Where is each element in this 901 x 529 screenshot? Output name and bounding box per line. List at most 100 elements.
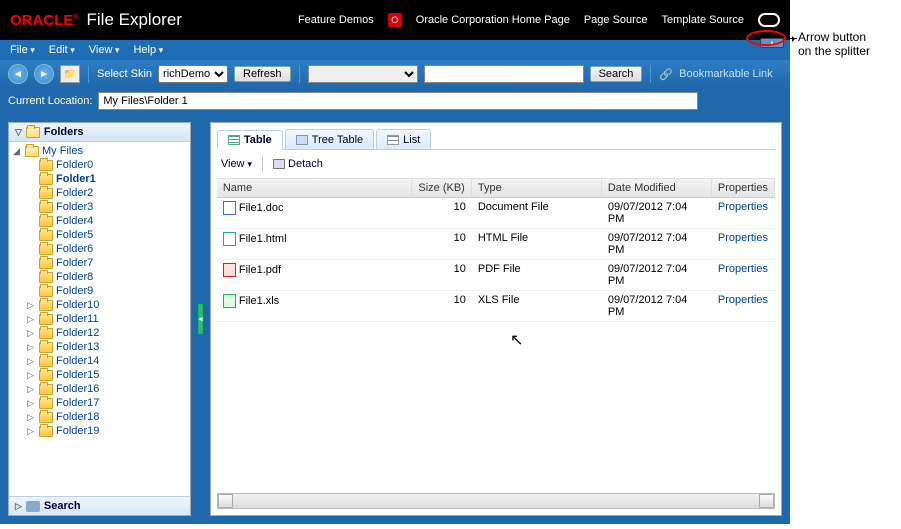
file-type: HTML File xyxy=(472,229,602,259)
folders-panel-header[interactable]: ▽ Folders xyxy=(9,123,190,142)
tree-node[interactable]: Folder0 xyxy=(9,158,190,172)
col-date[interactable]: Date Modified xyxy=(602,179,712,197)
toolbar-separator xyxy=(88,65,89,83)
splitter-collapse-button[interactable]: ▲ xyxy=(760,38,784,48)
link-page-source[interactable]: Page Source xyxy=(584,14,648,26)
link-home[interactable]: Oracle Corporation Home Page xyxy=(416,14,570,26)
file-date: 09/07/2012 7:04 PM xyxy=(602,198,712,228)
app-header: ORACLE® File Explorer Feature Demos O Or… xyxy=(0,0,790,40)
link-template-source[interactable]: Template Source xyxy=(661,14,744,26)
properties-link[interactable]: Properties xyxy=(718,294,768,306)
menu-help[interactable]: Help xyxy=(133,44,163,56)
tree-node[interactable]: Folder3 xyxy=(9,200,190,214)
folder-icon xyxy=(39,216,53,227)
table-row[interactable]: File1.doc 10 Document File 09/07/2012 7:… xyxy=(217,198,775,229)
properties-link[interactable]: Properties xyxy=(718,263,768,275)
tree-node[interactable]: ▷ Folder18 xyxy=(9,410,190,424)
file-grid: Name Size (KB) Type Date Modified Proper… xyxy=(217,179,775,493)
menu-file[interactable]: File xyxy=(10,44,35,56)
folder-icon xyxy=(39,314,53,325)
file-type: PDF File xyxy=(472,260,602,290)
tree-node[interactable]: ▷ Folder16 xyxy=(9,382,190,396)
twisty-icon[interactable]: ▷ xyxy=(27,356,36,367)
detach-button[interactable]: Detach xyxy=(273,158,323,170)
file-type: XLS File xyxy=(472,291,602,321)
twisty-icon[interactable]: ▷ xyxy=(27,342,36,353)
twisty-icon[interactable]: ▷ xyxy=(27,384,36,395)
tree-root[interactable]: ◢ My Files xyxy=(9,144,190,158)
twisty-icon[interactable]: ▷ xyxy=(27,314,36,325)
twisty-icon[interactable]: ▷ xyxy=(27,426,36,437)
table-row[interactable]: File1.xls 10 XLS File 09/07/2012 7:04 PM… xyxy=(217,291,775,322)
tree-node[interactable]: ▷ Folder11 xyxy=(9,312,190,326)
menu-view[interactable]: View xyxy=(89,44,120,56)
tree-node[interactable]: ▷ Folder14 xyxy=(9,354,190,368)
search-type-select[interactable] xyxy=(308,65,418,83)
nav-forward-button[interactable]: ► xyxy=(34,64,54,84)
tree-label: Folder11 xyxy=(56,313,99,325)
search-input[interactable] xyxy=(424,65,584,83)
tree-node[interactable]: Folder1 xyxy=(9,172,190,186)
folder-icon xyxy=(39,342,53,353)
tree-node[interactable]: Folder7 xyxy=(9,256,190,270)
twisty-icon[interactable]: ▷ xyxy=(27,412,36,423)
skin-select[interactable]: richDemo xyxy=(158,65,228,83)
col-name[interactable]: Name xyxy=(217,179,412,197)
twisty-icon[interactable]: ▷ xyxy=(27,300,36,311)
tab-table[interactable]: Table xyxy=(217,130,283,150)
file-size: 10 xyxy=(412,291,472,321)
tree-node[interactable]: ▷ Folder10 xyxy=(9,298,190,312)
nav-up-button[interactable]: 📁 xyxy=(60,65,80,83)
view-menu-button[interactable]: View xyxy=(221,158,252,170)
horizontal-scrollbar[interactable] xyxy=(217,493,775,509)
tree-node[interactable]: ▷ Folder15 xyxy=(9,368,190,382)
search-panel-header[interactable]: ▷ Search xyxy=(9,496,190,515)
nav-back-button[interactable]: ◄ xyxy=(8,64,28,84)
tree-label: Folder18 xyxy=(56,411,99,423)
file-name: File1.xls xyxy=(239,295,279,307)
chevron-down-icon[interactable]: ▽ xyxy=(15,127,22,138)
folders-title: Folders xyxy=(44,126,84,138)
tab-tree-table[interactable]: Tree Table xyxy=(285,129,374,149)
tree-node[interactable]: ▷ Folder13 xyxy=(9,340,190,354)
link-feature-demos[interactable]: Feature Demos xyxy=(298,14,374,26)
tree-node[interactable]: ▷ Folder19 xyxy=(9,424,190,438)
tree-node[interactable]: Folder8 xyxy=(9,270,190,284)
twisty-open-icon[interactable]: ◢ xyxy=(13,146,22,157)
main-panel: Table Tree Table List View Detach xyxy=(210,122,782,516)
table-icon xyxy=(228,135,240,145)
location-input[interactable] xyxy=(98,92,698,110)
twisty-icon[interactable]: ▷ xyxy=(27,370,36,381)
refresh-button[interactable]: Refresh xyxy=(234,66,291,82)
bookmarkable-link[interactable]: Bookmarkable Link xyxy=(679,68,773,80)
menubar: File Edit View Help ▲ xyxy=(0,40,790,60)
col-type[interactable]: Type xyxy=(472,179,602,197)
tree-node[interactable]: Folder9 xyxy=(9,284,190,298)
tree-node[interactable]: Folder6 xyxy=(9,242,190,256)
tree-label: Folder17 xyxy=(56,397,99,409)
tree-node[interactable]: ▷ Folder17 xyxy=(9,396,190,410)
properties-link[interactable]: Properties xyxy=(718,232,768,244)
tree-label: Folder4 xyxy=(56,215,93,227)
folder-icon xyxy=(39,174,53,185)
tree-node[interactable]: Folder5 xyxy=(9,228,190,242)
chevron-right-icon[interactable]: ▷ xyxy=(15,501,22,512)
tree-node[interactable]: Folder4 xyxy=(9,214,190,228)
splitter-handle[interactable]: ◄ xyxy=(197,122,204,516)
folder-icon xyxy=(39,160,53,171)
tree-node[interactable]: Folder2 xyxy=(9,186,190,200)
table-row[interactable]: File1.pdf 10 PDF File 09/07/2012 7:04 PM… xyxy=(217,260,775,291)
file-name: File1.doc xyxy=(239,202,284,214)
folder-tree[interactable]: ◢ My Files Folder0 Folder1 Folder2 Folde… xyxy=(9,142,190,496)
twisty-icon[interactable]: ▷ xyxy=(27,328,36,339)
properties-link[interactable]: Properties xyxy=(718,201,768,213)
table-row[interactable]: File1.html 10 HTML File 09/07/2012 7:04 … xyxy=(217,229,775,260)
tree-node[interactable]: ▷ Folder12 xyxy=(9,326,190,340)
splitter-grip-icon[interactable]: ◄ xyxy=(198,304,203,334)
tab-list[interactable]: List xyxy=(376,129,431,149)
col-size[interactable]: Size (KB) xyxy=(412,179,472,197)
menu-edit[interactable]: Edit xyxy=(49,44,75,56)
search-button[interactable]: Search xyxy=(590,66,643,82)
col-properties[interactable]: Properties xyxy=(712,179,775,197)
twisty-icon[interactable]: ▷ xyxy=(27,398,36,409)
